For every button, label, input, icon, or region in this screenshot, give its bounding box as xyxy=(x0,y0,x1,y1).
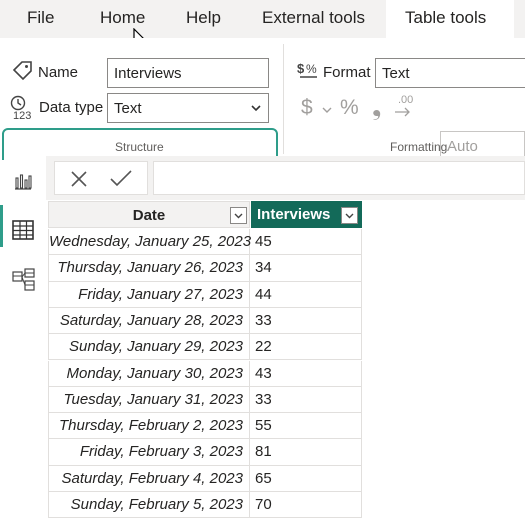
svg-text:$: $ xyxy=(297,61,305,76)
interviews-cell[interactable]: 34 xyxy=(251,255,362,281)
currency-chevron-icon[interactable] xyxy=(322,106,332,114)
svg-text:123: 123 xyxy=(13,110,31,122)
tab-help[interactable]: Help xyxy=(186,8,221,28)
formula-bar xyxy=(46,156,525,200)
currency-icon[interactable]: $ xyxy=(301,96,313,120)
interviews-cell[interactable]: 65 xyxy=(251,465,362,491)
percent-icon[interactable]: % xyxy=(340,96,359,120)
date-cell[interactable]: Monday, January 30, 2023 xyxy=(48,360,250,386)
table-row[interactable]: Saturday, January 28, 2023 33 xyxy=(48,307,362,335)
table-view-icon[interactable] xyxy=(12,220,34,240)
table-row[interactable]: Friday, February 3, 2023 81 xyxy=(48,439,362,466)
column-header-interviews-label: Interviews xyxy=(257,206,331,223)
name-label: Name xyxy=(38,64,79,81)
filter-dropdown-interviews[interactable] xyxy=(341,207,358,224)
chevron-down-icon xyxy=(234,213,243,219)
date-cell[interactable]: Sunday, February 5, 2023 xyxy=(48,492,250,518)
date-cell[interactable]: Wednesday, January 25, 2023 xyxy=(48,229,251,255)
chevron-down-icon xyxy=(251,105,261,112)
date-cell[interactable]: Saturday, January 28, 2023 xyxy=(48,307,250,334)
decimal-arrow-icon xyxy=(395,107,410,117)
commit-check-icon[interactable] xyxy=(110,170,132,188)
interviews-cell[interactable]: 43 xyxy=(251,360,362,386)
tab-file[interactable]: File xyxy=(27,8,54,28)
interviews-cell[interactable]: 44 xyxy=(251,281,362,307)
tab-home[interactable]: Home xyxy=(100,8,145,28)
auto-placeholder: Auto xyxy=(447,138,478,155)
table-row[interactable]: Sunday, February 5, 2023 70 xyxy=(48,492,362,518)
decimal-icon[interactable]: .00 xyxy=(398,94,413,106)
model-view-icon[interactable] xyxy=(12,268,36,292)
ribbon: Name Interviews 123 Data type Text Struc… xyxy=(0,38,525,173)
column-header-interviews[interactable]: Interviews xyxy=(251,201,362,228)
table-row[interactable]: Saturday, February 4, 2023 65 xyxy=(48,465,362,492)
interviews-cell[interactable]: 33 xyxy=(251,386,362,413)
date-cell[interactable]: Thursday, February 2, 2023 xyxy=(48,413,250,439)
interviews-cell[interactable]: 55 xyxy=(251,413,362,439)
table-row[interactable]: Friday, January 27, 2023 44 xyxy=(48,281,362,308)
structure-group-label: Structure xyxy=(115,140,164,154)
ribbon-separator xyxy=(283,44,284,154)
date-cell[interactable]: Tuesday, January 31, 2023 xyxy=(48,386,250,413)
formatting-group-label: Formatting xyxy=(390,140,448,154)
name-input[interactable]: Interviews xyxy=(107,58,269,88)
table-row[interactable]: Thursday, January 26, 2023 34 xyxy=(48,255,362,282)
format-select[interactable]: Text xyxy=(375,58,525,88)
datatype-select[interactable]: Text xyxy=(107,93,269,123)
rail-active-indicator xyxy=(0,205,3,247)
datatype-label: Data type xyxy=(39,99,104,116)
table-row[interactable]: Wednesday, January 25, 2023 45 xyxy=(48,229,362,256)
date-cell[interactable]: Sunday, January 29, 2023 xyxy=(48,334,250,360)
interviews-cell[interactable]: 70 xyxy=(251,492,362,518)
data-type-icon: 123 xyxy=(10,95,31,122)
table-row[interactable]: Monday, January 30, 2023 43 xyxy=(48,360,362,387)
interviews-cell[interactable]: 33 xyxy=(251,307,362,334)
left-rail xyxy=(0,160,46,518)
report-view-icon[interactable] xyxy=(13,172,33,190)
chevron-down-icon xyxy=(345,213,354,219)
date-cell[interactable]: Saturday, February 4, 2023 xyxy=(48,465,250,491)
column-header-date-label: Date xyxy=(132,207,166,224)
table-row[interactable]: Sunday, January 29, 2023 22 xyxy=(48,334,362,361)
date-cell[interactable]: Friday, February 3, 2023 xyxy=(48,439,250,465)
filter-dropdown-date[interactable] xyxy=(230,207,247,224)
table-row[interactable]: Tuesday, January 31, 2023 33 xyxy=(48,386,362,414)
date-cell[interactable]: Friday, January 27, 2023 xyxy=(48,281,250,307)
tab-external-tools[interactable]: External tools xyxy=(262,8,365,28)
formula-actions xyxy=(54,161,148,195)
menu-bar: File Home Help External tools Table tool… xyxy=(0,0,525,49)
format-icon: $ % xyxy=(297,61,317,78)
column-header-date[interactable]: Date xyxy=(48,201,250,228)
comma-icon[interactable]: ❟ xyxy=(372,94,381,122)
date-cell[interactable]: Thursday, January 26, 2023 xyxy=(48,255,250,281)
interviews-cell[interactable]: 22 xyxy=(251,334,362,360)
interviews-cell[interactable]: 45 xyxy=(251,229,362,255)
tag-icon xyxy=(12,61,32,81)
tab-table-tools[interactable]: Table tools xyxy=(386,0,514,38)
format-label: Format xyxy=(323,64,371,81)
interviews-cell[interactable]: 81 xyxy=(251,439,362,465)
svg-text:%: % xyxy=(306,62,317,76)
table-row[interactable]: Thursday, February 2, 2023 55 xyxy=(48,413,362,440)
datatype-value: Text xyxy=(114,100,142,117)
cancel-icon[interactable] xyxy=(70,170,88,188)
formula-input[interactable] xyxy=(153,161,525,195)
